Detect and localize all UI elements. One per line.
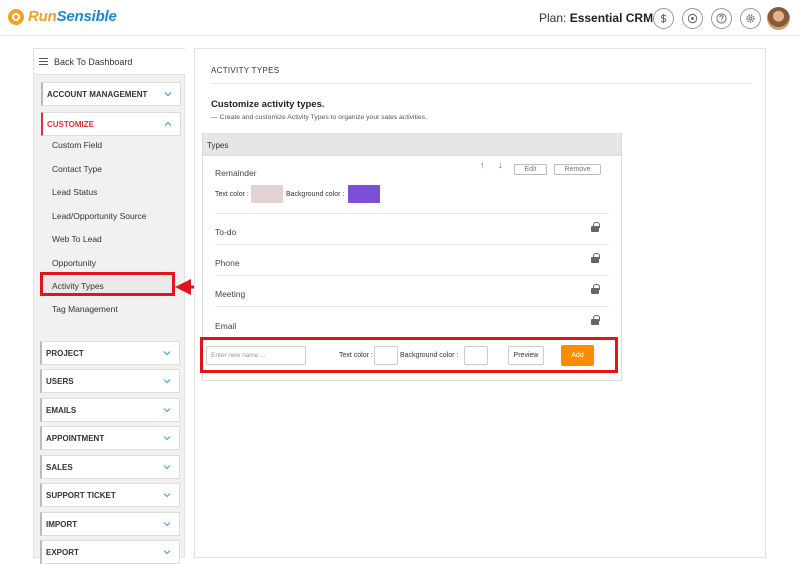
chevron-down-icon: [163, 379, 171, 384]
sidebar-item-activity-types[interactable]: Activity Types: [52, 281, 104, 291]
chevron-up-icon: [164, 121, 172, 126]
section-emails[interactable]: EMAILS: [40, 398, 180, 422]
chevron-down-icon: [163, 436, 171, 441]
activity-types-panel: ACTIVITY TYPES Customize activity types.…: [194, 48, 766, 558]
section-export[interactable]: EXPORT: [40, 540, 180, 564]
move-up-icon[interactable]: ↑: [480, 160, 485, 170]
preview-button[interactable]: Preview: [508, 346, 544, 365]
type-label: Remainder: [215, 168, 257, 178]
sidebar-item-custom-field[interactable]: Custom Field: [52, 140, 102, 150]
type-row-remainder: Remainder ↑ ↓ Edit Remove Text color : B…: [215, 156, 609, 214]
new-text-color-label: Text color :: [339, 352, 373, 359]
chevron-down-icon: [163, 351, 171, 356]
plan-indicator: Plan: Essential CRM: [539, 11, 653, 25]
sidebar-item-lead-opportunity-source[interactable]: Lead/Opportunity Source: [52, 211, 147, 221]
settings-sidebar: Back To Dashboard ACCOUNT MANAGEMENT CUS…: [33, 48, 186, 558]
plan-name: Essential CRM: [569, 11, 654, 25]
back-label: Back To Dashboard: [54, 56, 133, 67]
sidebar-item-opportunity[interactable]: Opportunity: [52, 258, 96, 268]
section-users[interactable]: USERS: [40, 369, 180, 393]
type-label: Email: [215, 321, 237, 331]
type-row-phone: Phone: [215, 245, 609, 276]
section-sales[interactable]: SALES: [40, 455, 180, 479]
section-account-management[interactable]: ACCOUNT MANAGEMENT: [41, 82, 181, 106]
menu-icon: [39, 58, 48, 65]
remainder-background-color-swatch[interactable]: [348, 185, 380, 203]
chevron-down-icon: [163, 493, 171, 498]
section-support-ticket[interactable]: SUPPORT TICKET: [40, 483, 180, 507]
section-heading: Customize activity types.: [211, 99, 325, 110]
move-down-icon[interactable]: ↓: [498, 160, 503, 170]
lock-icon: [591, 253, 600, 263]
types-header: Types: [203, 134, 621, 156]
background-color-label: Background color :: [286, 191, 345, 198]
chevron-down-icon: [163, 550, 171, 555]
edit-button[interactable]: Edit: [514, 164, 547, 175]
dashboard-icon[interactable]: [682, 8, 703, 29]
chevron-down-icon: [163, 465, 171, 470]
logo-text: RunSensible: [28, 8, 117, 25]
user-avatar[interactable]: [767, 7, 790, 30]
chevron-down-icon: [164, 92, 172, 97]
remainder-text-color-swatch[interactable]: [251, 185, 283, 203]
type-label: Meeting: [215, 289, 246, 299]
lock-icon: [591, 222, 600, 232]
back-to-dashboard-button[interactable]: Back To Dashboard: [34, 49, 186, 75]
top-bar: RunSensible Plan: Essential CRM: [0, 0, 800, 36]
sidebar-item-lead-status[interactable]: Lead Status: [52, 187, 97, 197]
type-row-email: Email: [215, 307, 609, 338]
add-button[interactable]: Add: [561, 345, 594, 366]
section-appointment[interactable]: APPOINTMENT: [40, 426, 180, 450]
sidebar-item-contact-type[interactable]: Contact Type: [52, 164, 102, 174]
divider: [211, 83, 751, 84]
sidebar-item-tag-management[interactable]: Tag Management: [52, 304, 118, 314]
chevron-down-icon: [163, 522, 171, 527]
lock-icon: [591, 284, 600, 294]
section-customize[interactable]: CUSTOMIZE: [41, 112, 181, 136]
runsensible-logo[interactable]: RunSensible: [8, 8, 117, 25]
type-label: To-do: [215, 227, 237, 237]
lock-icon: [591, 315, 600, 325]
section-import[interactable]: IMPORT: [40, 512, 180, 536]
new-background-color-input[interactable]: [464, 346, 488, 365]
page-title: ACTIVITY TYPES: [211, 66, 280, 75]
remove-button[interactable]: Remove: [554, 164, 601, 175]
new-background-color-label: Background color :: [400, 352, 459, 359]
new-activity-type-form: Enter new name ... Text color : Backgrou…: [200, 337, 618, 373]
logo-icon: [8, 8, 24, 25]
new-text-color-input[interactable]: [374, 346, 398, 365]
chevron-down-icon: [163, 408, 171, 413]
new-type-name-input[interactable]: Enter new name ...: [206, 346, 306, 365]
section-description: — Create and customize Activity Types to…: [211, 114, 427, 121]
section-project[interactable]: PROJECT: [40, 341, 180, 365]
sidebar-item-web-to-lead[interactable]: Web To Lead: [52, 234, 102, 244]
type-row-todo: To-do: [215, 214, 609, 245]
help-icon[interactable]: [711, 8, 732, 29]
settings-icon[interactable]: [740, 8, 761, 29]
text-color-label: Text color :: [215, 191, 249, 198]
dollar-icon[interactable]: [653, 8, 674, 29]
type-label: Phone: [215, 258, 240, 268]
plan-label: Plan:: [539, 11, 567, 25]
type-row-meeting: Meeting: [215, 276, 609, 307]
